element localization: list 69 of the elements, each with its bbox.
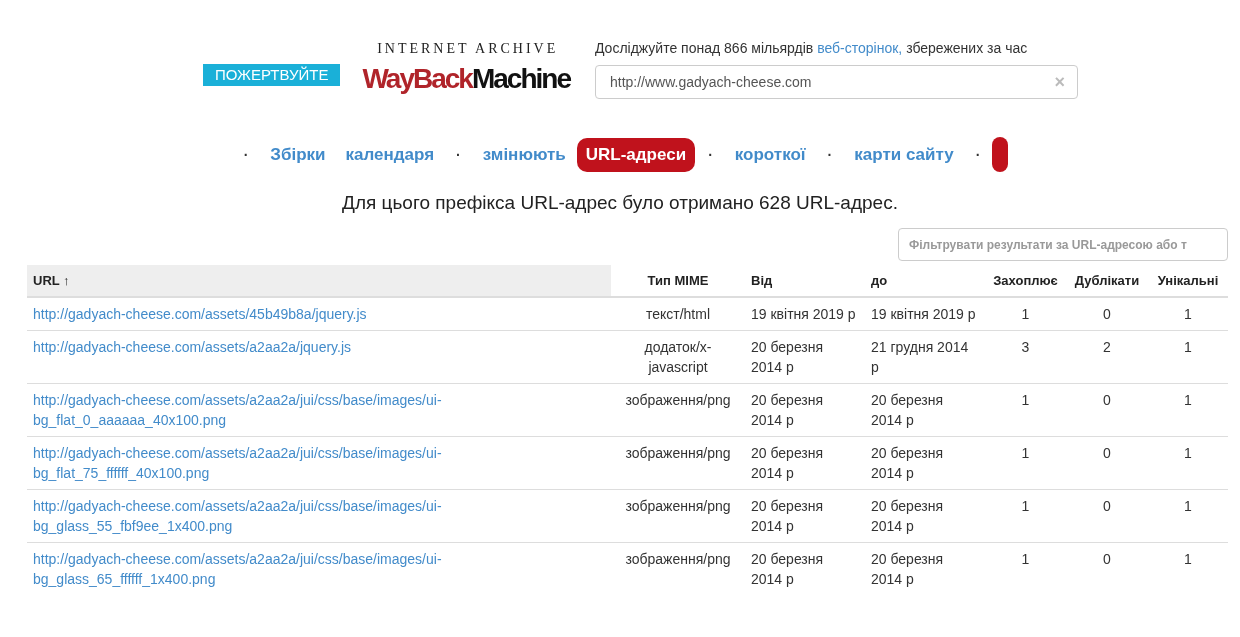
separator-dot: · — [708, 146, 713, 163]
nav-tab[interactable]: короткої — [725, 137, 815, 172]
table-cell: 0 — [1066, 383, 1148, 437]
table-cell: 21 грудня 2014 р — [865, 330, 985, 384]
table-cell: 1 — [1148, 383, 1228, 437]
column-header[interactable]: Захоплює — [985, 265, 1066, 297]
table-cell: 1 — [985, 489, 1066, 543]
table-cell: зображення/png — [611, 436, 745, 490]
filter-field[interactable]: Фільтрувати результати за URL-адресою або т — [898, 228, 1228, 261]
separator-dot: · — [975, 146, 981, 163]
table-cell: зображення/png — [611, 542, 745, 595]
table-cell: 20 березня 2014 р — [865, 489, 985, 543]
summary-text: Для цього префікса URL-адрес було отримано 628 URL-адрес. — [341, 192, 899, 214]
tagline-link[interactable]: веб-сторінок, — [817, 40, 903, 56]
column-header[interactable]: Від — [745, 265, 865, 297]
table-cell: 2 — [1066, 330, 1148, 384]
table-cell: 19 квітня 2019 р — [865, 297, 985, 331]
table-cell: зображення/png — [611, 383, 745, 437]
table-cell: 1 — [985, 297, 1066, 331]
separator-dot: · — [456, 146, 461, 163]
table-cell: 1 — [1148, 436, 1228, 490]
table-cell: 0 — [1066, 297, 1148, 331]
table-cell: 0 — [1066, 542, 1148, 595]
table-cell: 1 — [1148, 542, 1228, 595]
url-link[interactable]: http://gadyach-cheese.com/assets/a2aa2a/jui/css/base/images/ui-bg_glass_65_ffffff_1x400.png — [33, 549, 473, 589]
table-cell: 20 березня 2014 р — [865, 436, 985, 490]
url-link[interactable]: http://gadyach-cheese.com/assets/a2aa2a/jui/css/base/images/ui-bg_glass_55_fbf9ee_1x400.png — [33, 496, 473, 536]
table-cell: додаток/x-javascript — [611, 330, 745, 384]
nav-tab[interactable]: змінюють — [473, 137, 575, 172]
table-cell: 20 березня 2014 р — [745, 489, 865, 543]
tagline: Досліджуйте понад 866 мільярдів веб-сторінок, збережених за час — [594, 40, 1029, 56]
table-cell: 20 березня 2014 р — [745, 542, 865, 595]
url-link[interactable]: http://gadyach-cheese.com/assets/a2aa2a/jui/css/base/images/ui-bg_flat_75_ffffff_40x100.png — [33, 443, 473, 483]
table-cell: 20 березня 2014 р — [865, 542, 985, 595]
table-cell: 1 — [985, 383, 1066, 437]
table-cell: 1 — [985, 436, 1066, 490]
separator-dot: · — [243, 146, 249, 163]
column-header[interactable]: Дублікати — [1066, 265, 1148, 297]
table-cell: 3 — [985, 330, 1066, 384]
clear-button[interactable]: × — [1054, 71, 1065, 93]
table-cell: 1 — [1148, 330, 1228, 384]
nav-tab[interactable]: календаря — [336, 137, 444, 172]
table-cell: 20 березня 2014 р — [745, 330, 865, 384]
table-cell: текст/html — [611, 297, 745, 331]
table-cell: 1 — [1148, 489, 1228, 543]
donate-button[interactable]: ПОЖЕРТВУЙТЕ — [203, 63, 341, 86]
table-cell: 1 — [1148, 297, 1228, 331]
nav-tab[interactable]: URL-адреси — [576, 137, 696, 172]
logo[interactable]: INTERNET ARCHIVE WayBackMachine — [360, 40, 575, 99]
url-link[interactable]: http://gadyach-cheese.com/assets/a2aa2a/jui/css/base/images/ui-bg_flat_0_aaaaaa_40x100.png — [33, 390, 473, 430]
table-cell: 20 березня 2014 р — [745, 436, 865, 490]
table-cell: 20 березня 2014 р — [865, 383, 985, 437]
column-header[interactable]: Унікальні — [1148, 265, 1228, 297]
table-cell: 19 квітня 2019 р — [745, 297, 865, 331]
nav-pill[interactable] — [992, 137, 1009, 172]
table-cell: 20 березня 2014 р — [745, 383, 865, 437]
nav-tab[interactable]: Збірки — [261, 137, 335, 172]
column-header[interactable]: Тип MIME — [611, 265, 745, 297]
table-cell: 0 — [1066, 436, 1148, 490]
separator-dot: · — [827, 146, 833, 163]
column-header[interactable]: до — [865, 265, 985, 297]
table-cell: 0 — [1066, 489, 1148, 543]
table-cell: 1 — [985, 542, 1066, 595]
table-cell: зображення/png — [611, 489, 745, 543]
column-header[interactable]: URL ↑ — [27, 265, 611, 297]
search-field[interactable]: http://www.gadyach-cheese.com × — [594, 65, 1078, 99]
nav-tab[interactable]: карти сайту — [845, 137, 963, 172]
url-link[interactable]: http://gadyach-cheese.com/assets/a2aa2a/jquery.js — [33, 337, 352, 357]
url-link[interactable]: http://gadyach-cheese.com/assets/45b49b8a/jquery.js — [33, 304, 367, 324]
